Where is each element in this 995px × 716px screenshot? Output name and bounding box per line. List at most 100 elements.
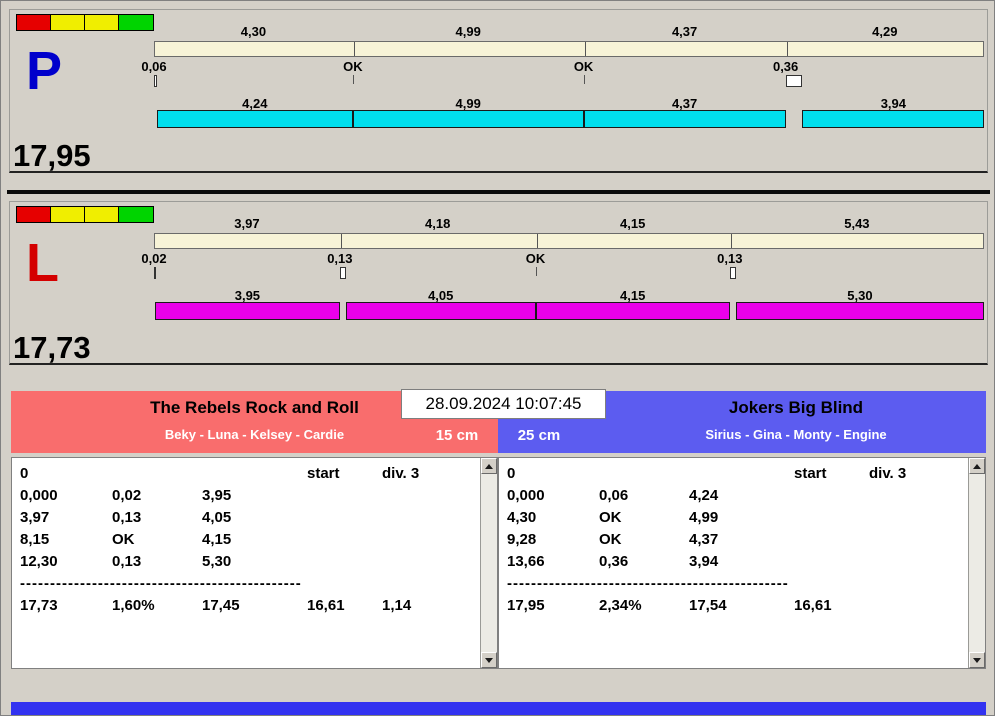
table-header-row: 0 start div. 3 (507, 463, 968, 485)
run-segment (735, 302, 984, 320)
results-table-right: 0 start div. 3 0,000 0,06 4,24 4,30 OK 4,99 9,28 O… (498, 457, 986, 669)
table-cell (599, 463, 689, 485)
table-cell: 4,30 (507, 509, 537, 526)
split-divider (730, 234, 732, 248)
table-cell (869, 529, 968, 551)
table-row: 4,30 OK 4,99 (507, 507, 968, 529)
lane-letter: L (26, 233, 59, 293)
table-row: 0,000 0,02 3,95 (20, 485, 480, 507)
table-cell: 0,000 (20, 487, 58, 504)
split-time-label: 4,37 (671, 24, 698, 39)
split-time-label: 4,29 (872, 24, 898, 39)
table-cell: div. 3 (382, 465, 420, 482)
table-cell: OK (112, 531, 135, 548)
marker-label: 0,06 (141, 59, 167, 74)
split-times-row: 3,97 4,18 4,15 5,43 (154, 216, 984, 231)
table-cell: 5,30 (202, 553, 232, 570)
table-row: 0,000 0,06 4,24 (507, 485, 968, 507)
lane-total: 17,95 (13, 138, 91, 173)
scroll-down-button[interactable] (481, 652, 497, 668)
panel-separator (7, 190, 990, 194)
app-window: P 4,30 4,99 4,37 4,29 0,06 OK OK 0,36 4,24 4,99… (0, 0, 995, 716)
lane-total: 17,73 (13, 330, 91, 365)
marker-box (785, 75, 803, 87)
table-cell: OK (599, 531, 622, 548)
split-divider (584, 42, 586, 56)
run-time-label: 4,37 (671, 96, 698, 111)
table-cell (382, 529, 480, 551)
scroll-up-button[interactable] (969, 458, 985, 474)
table-cell (689, 463, 794, 485)
marker-box (339, 267, 346, 279)
table-cell (307, 485, 382, 507)
scroll-down-button[interactable] (969, 652, 985, 668)
table-cell: 17,73 (20, 597, 58, 614)
table-cell: 1,60% (112, 597, 155, 614)
table-content: 0 start div. 3 0,000 0,06 4,24 4,30 OK 4,99 9,28 O… (499, 458, 968, 668)
table-cell (869, 507, 968, 529)
table-cell: 17,95 (507, 597, 545, 614)
lane-chart: 4,30 4,99 4,37 4,29 0,06 OK OK 0,36 4,24 4,99 4,… (141, 10, 985, 142)
table-row: 3,97 0,13 4,05 (20, 507, 480, 529)
run-segment (352, 110, 584, 128)
traffic-cell (17, 15, 51, 30)
scrollbar[interactable] (480, 458, 497, 668)
split-divider (340, 234, 342, 248)
marker-labels-row: 0,02 0,13 OK 0,13 (141, 251, 984, 266)
traffic-cell (51, 207, 85, 222)
traffic-light (16, 14, 154, 31)
marker-labels-row: 0,06 OK OK 0,36 (141, 59, 984, 74)
table-cell: 0 (507, 465, 516, 482)
table-content: 0 start div. 3 0,000 0,02 3,95 3,97 0,13 4,05 8,1… (12, 458, 480, 668)
table-cell (794, 485, 869, 507)
traffic-cell (85, 207, 119, 222)
table-cell: 4,99 (689, 509, 719, 526)
table-cell: start (307, 465, 340, 482)
table-row: 9,28 OK 4,37 (507, 529, 968, 551)
split-divider (353, 42, 355, 56)
table-cell: 16,61 (794, 597, 832, 614)
table-cell (382, 485, 480, 507)
marker-label: 0,13 (717, 251, 743, 266)
marker-label: 0,13 (327, 251, 353, 266)
lane-letter: P (26, 41, 63, 101)
marker-label: 0,36 (772, 59, 799, 74)
run-segment (583, 110, 786, 128)
up-arrow-icon (485, 463, 493, 469)
table-cell: 3,95 (202, 487, 232, 504)
run-time-label: 3,94 (880, 96, 907, 111)
run-times-row: 3,95 4,05 4,15 5,30 (154, 288, 984, 303)
table-row: 8,15 OK 4,15 (20, 529, 480, 551)
table-cell (794, 529, 869, 551)
table-cell: 13,66 (507, 553, 545, 570)
table-row: 12,30 0,13 5,30 (20, 551, 480, 573)
lane-panel-p: P 4,30 4,99 4,37 4,29 0,06 OK OK 0,36 4,24 4,99… (9, 9, 988, 173)
split-times-row: 4,30 4,99 4,37 4,29 (154, 24, 984, 39)
run-time-label: 4,99 (455, 96, 481, 111)
table-cell: 3,94 (689, 553, 719, 570)
split-time-label: 3,97 (234, 216, 260, 231)
run-segment (802, 110, 985, 128)
split-time-label: 4,18 (425, 216, 451, 231)
team-dogs: Sirius - Gina - Monty - Engine (705, 427, 887, 442)
table-cell: 2,34% (599, 597, 642, 614)
lane-chart: 3,97 4,18 4,15 5,43 0,02 0,13 OK 0,13 3,95 4,05… (141, 202, 984, 334)
traffic-cell (119, 15, 153, 30)
scroll-up-button[interactable] (481, 458, 497, 474)
table-cell (869, 595, 968, 617)
table-cell (382, 507, 480, 529)
marker-box (154, 267, 156, 279)
table-cell: 17,54 (689, 597, 727, 614)
scrollbar[interactable] (968, 458, 985, 668)
lane-panel-l: L 3,97 4,18 4,15 5,43 0,02 0,13 OK 0,13 3,95 4,… (9, 201, 988, 365)
table-cell: 9,28 (507, 531, 537, 548)
traffic-light (16, 206, 154, 223)
table-cell: div. 3 (869, 465, 907, 482)
split-bar (154, 233, 984, 249)
height-badge: 15 cm (435, 427, 479, 444)
table-cell: 8,15 (20, 531, 50, 548)
team-dogs: Beky - Luna - Kelsey - Cardie (164, 427, 345, 442)
marker-box (154, 75, 157, 87)
table-cell: 0,13 (112, 553, 142, 570)
table-cell: 0 (20, 465, 29, 482)
